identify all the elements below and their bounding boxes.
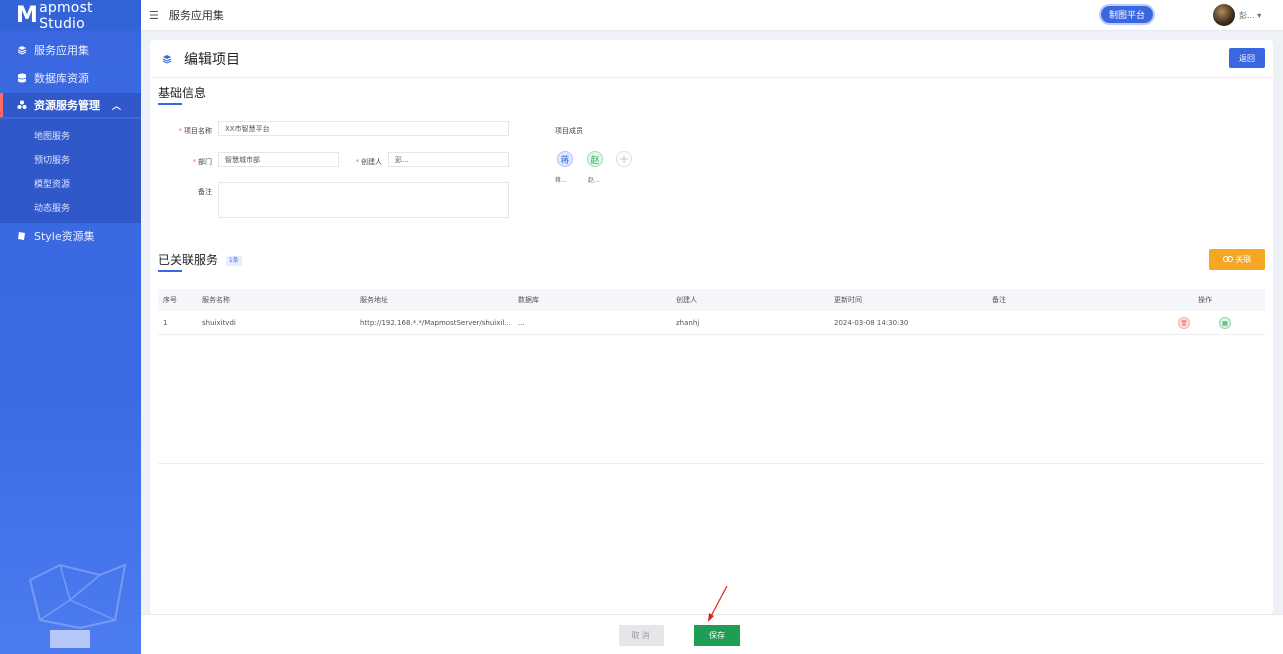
layers-icon: [16, 45, 27, 56]
member-name: 蒋...: [555, 177, 567, 184]
cell-creator: zhanhj: [676, 318, 700, 327]
sidebar-subitem-map-service[interactable]: 地图服务: [0, 123, 141, 147]
save-button[interactable]: 保存: [694, 625, 740, 646]
section-title-text: 基础信息: [158, 86, 207, 100]
sidebar-item-label: 服务应用集: [34, 44, 89, 57]
sidebar-item-label: 数据库资源: [34, 72, 89, 85]
remark-label: 备注: [198, 188, 212, 196]
section-underline: [158, 270, 182, 272]
linked-services-title: 已关联服务 1条: [158, 251, 242, 272]
page-title: 编辑项目: [184, 51, 240, 68]
department-input[interactable]: 智慧城市部: [218, 152, 339, 167]
back-button[interactable]: 返回: [1229, 48, 1265, 68]
member-avatar[interactable]: 蒋: [557, 151, 573, 167]
chevron-up-icon[interactable]: ︿: [112, 99, 121, 112]
creator-input[interactable]: 彭...: [388, 152, 509, 167]
sidebar-item-resource-management[interactable]: 资源服务管理 ︿: [0, 93, 141, 117]
required-mark: *: [192, 158, 197, 166]
sidebar-item-service-apps[interactable]: 服务应用集: [0, 37, 141, 63]
sidebar-subitem-model-resource[interactable]: 模型资源: [0, 171, 141, 195]
cell-index: 1: [163, 318, 168, 327]
cancel-button[interactable]: 取消: [619, 625, 664, 646]
remark-textarea[interactable]: [218, 182, 509, 218]
member-name: 赵...: [588, 177, 600, 184]
section-underline: [158, 103, 182, 105]
label-text: 部门: [198, 158, 212, 166]
sidebar-item-style[interactable]: Style资源集: [0, 223, 141, 249]
app-logo[interactable]: M apmost Studio: [0, 0, 141, 32]
edit-project-card: 编辑项目 返回 基础信息 * 项目名称 XX市智慧平台 * 部门 智慧城市部 * 创建…: [150, 40, 1273, 614]
layers-icon: [162, 54, 172, 64]
sidebar-item-database[interactable]: 数据库资源: [0, 65, 141, 91]
label-text: 项目名称: [184, 127, 212, 135]
sidebar-subitem-tile-service[interactable]: 预切服务: [0, 147, 141, 171]
chevron-down-icon: ▾: [1257, 11, 1262, 20]
link-icon: [1222, 255, 1233, 264]
count-badge: 1条: [225, 255, 242, 266]
avatar[interactable]: [1213, 4, 1235, 26]
card-header: 编辑项目: [150, 40, 1273, 78]
required-mark: *: [355, 158, 360, 166]
project-name-input[interactable]: XX市智慧平台: [218, 121, 509, 136]
menu-collapse-icon[interactable]: ☰: [149, 9, 159, 22]
column-header: 操作: [1198, 296, 1212, 304]
project-name-label: * 项目名称: [170, 126, 213, 136]
member-avatar[interactable]: 赵: [587, 151, 603, 167]
cluster-icon: [16, 100, 27, 111]
add-member-button[interactable]: +: [616, 151, 632, 167]
sidebar-item-label: Style资源集: [34, 230, 95, 243]
decorative-map-icon: [28, 563, 127, 630]
department-label: * 部门: [170, 157, 213, 167]
decorative-block: [50, 630, 90, 648]
style-icon: [16, 231, 27, 242]
cell-database: ...: [518, 318, 525, 327]
map-view-icon[interactable]: ▦: [1219, 317, 1231, 329]
sidebar-item-label: 资源服务管理: [34, 99, 100, 112]
breadcrumb: 服务应用集: [168, 9, 224, 22]
logo-m: M: [16, 2, 39, 28]
column-header: 更新时间: [834, 296, 862, 304]
linked-services-table: 序号 服务名称 服务地址 数据库 创建人 更新时间 备注 操作 1 shuixi…: [158, 289, 1265, 335]
cell-service-name: shuixitvdi: [202, 318, 236, 327]
creator-label: * 创建人: [340, 157, 383, 167]
column-header: 备注: [992, 296, 1006, 304]
sidebar: M apmost Studio 服务应用集 数据库资源 资源服务管理 ︿ 地图服…: [0, 0, 141, 654]
section-title-text: 已关联服务: [158, 253, 219, 267]
database-icon: [16, 73, 27, 84]
column-header: 服务地址: [360, 296, 388, 304]
column-header: 数据库: [518, 296, 539, 304]
platform-button[interactable]: 制图平台: [1101, 6, 1154, 23]
link-service-button[interactable]: 关联: [1209, 249, 1265, 270]
user-menu[interactable]: 彭... ▾: [1239, 10, 1261, 21]
sidebar-menu: 服务应用集 数据库资源 资源服务管理 ︿ 地图服务 预切服务 模型资源 动态服务…: [0, 37, 141, 249]
username: 彭...: [1239, 11, 1255, 20]
column-header: 创建人: [676, 296, 697, 304]
basic-info-title: 基础信息: [158, 84, 207, 105]
divider: [158, 463, 1265, 464]
required-mark: *: [178, 127, 183, 135]
cell-updated-time: 2024-03-08 14:30:30: [834, 318, 909, 327]
cell-service-address: http://192.168.*.*/MapmostServer/shuixil…: [360, 318, 511, 327]
sidebar-subitem-dynamic-service[interactable]: 动态服务: [0, 195, 141, 219]
table-header: 序号 服务名称 服务地址 数据库 创建人 更新时间 备注 操作: [158, 289, 1265, 311]
table-row[interactable]: 1 shuixitvdi http://192.168.*.*/MapmostS…: [158, 311, 1265, 335]
top-bar: ☰ 服务应用集 制图平台 彭... ▾: [141, 0, 1283, 31]
delete-icon[interactable]: 🗑: [1178, 317, 1190, 329]
column-header: 序号: [163, 296, 177, 304]
logo-text: apmost Studio: [39, 0, 93, 32]
link-button-label: 关联: [1235, 255, 1252, 264]
column-header: 服务名称: [202, 296, 230, 304]
members-label: 项目成员: [555, 127, 583, 135]
label-text: 创建人: [361, 158, 382, 166]
submenu: 地图服务 预切服务 模型资源 动态服务: [0, 119, 141, 223]
annotation-arrow-icon: [708, 585, 728, 622]
